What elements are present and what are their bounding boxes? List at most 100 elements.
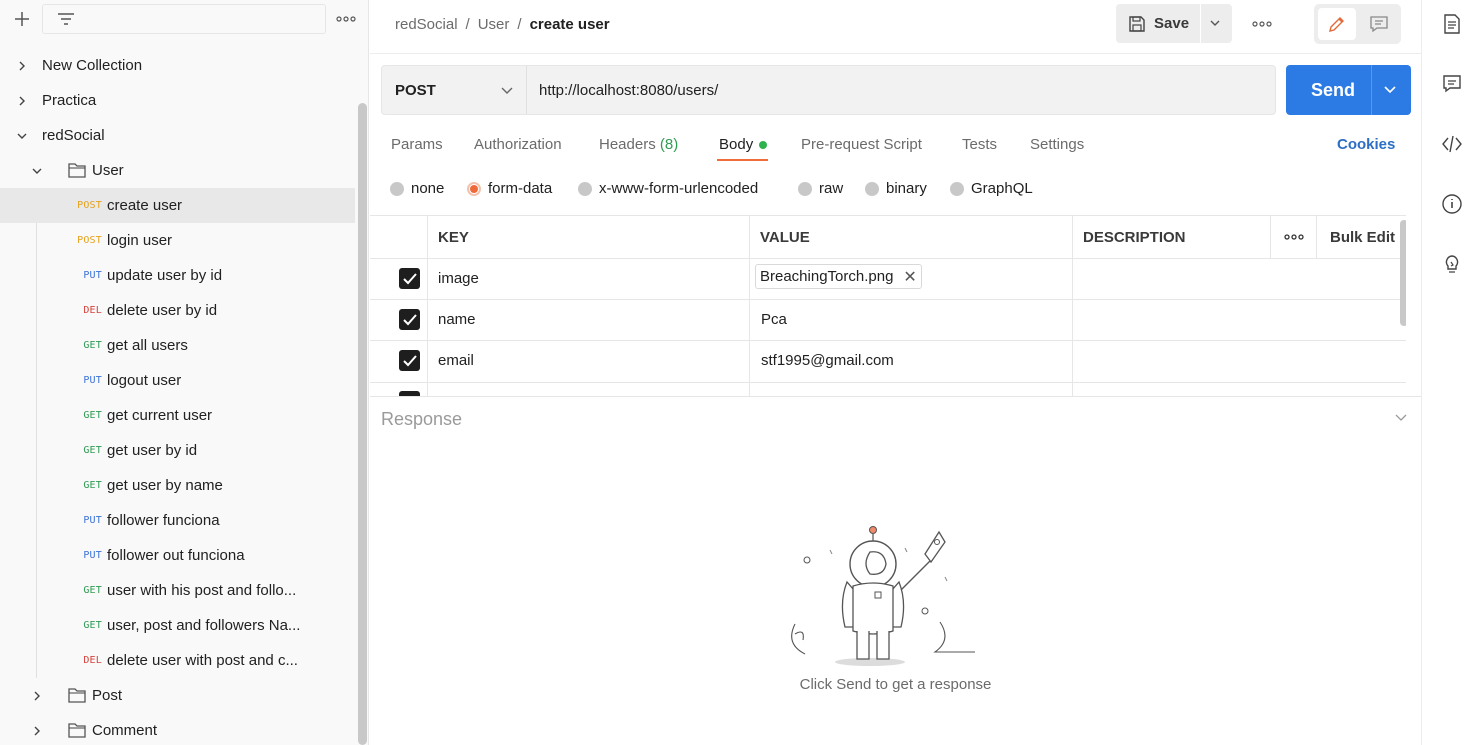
tab-tests[interactable]: Tests <box>962 136 997 153</box>
tab-settings[interactable]: Settings <box>1030 136 1084 153</box>
folder-label: User <box>92 162 124 179</box>
method-badge: PUT <box>83 515 102 526</box>
row-key[interactable]: name <box>438 311 476 328</box>
request-item[interactable]: POST create user <box>0 188 355 223</box>
comments-icon[interactable] <box>1441 73 1463 95</box>
edit-pencil-icon[interactable] <box>1318 8 1356 40</box>
request-label: delete user with post and c... <box>107 652 298 669</box>
method-select[interactable]: POST <box>382 66 527 114</box>
request-item[interactable]: GET get user by name <box>0 468 355 503</box>
row-divider <box>370 258 1406 259</box>
radio-button[interactable] <box>578 181 592 196</box>
bulk-edit-button[interactable]: Bulk Edit <box>1330 216 1395 258</box>
save-divider <box>1200 4 1201 43</box>
breadcrumb-collection[interactable]: redSocial <box>395 16 458 33</box>
collection-item[interactable]: redSocial <box>0 118 355 153</box>
request-item[interactable]: GET get current user <box>0 398 355 433</box>
body-type-label: form-data <box>488 180 553 197</box>
folder-item[interactable]: Post <box>0 678 355 713</box>
row-checkbox[interactable] <box>399 350 420 371</box>
comment-icon[interactable] <box>1362 8 1396 40</box>
tab-body[interactable]: Body <box>719 136 768 153</box>
body-type-label: none <box>411 180 445 197</box>
body-type-option[interactable]: binary <box>865 180 927 197</box>
request-header: redSocial / User / create user Save <box>370 0 1421 54</box>
more-icon[interactable] <box>1252 14 1272 38</box>
request-item[interactable]: PUT update user by id <box>0 258 355 293</box>
chevron-down-icon[interactable] <box>1394 411 1408 425</box>
cookies-link[interactable]: Cookies <box>1337 136 1395 153</box>
tab-prerequest[interactable]: Pre-request Script <box>801 136 922 153</box>
documentation-icon[interactable] <box>1441 13 1463 35</box>
row-value[interactable]: stf1995@gmail.com <box>761 352 894 369</box>
headers-count: (8) <box>659 136 679 153</box>
row-checkbox[interactable] <box>399 309 420 330</box>
collection-item[interactable]: New Collection <box>0 48 355 83</box>
request-item[interactable]: DEL delete user by id <box>0 293 355 328</box>
chevron-down-icon[interactable] <box>15 129 29 143</box>
more-icon[interactable] <box>1284 216 1304 258</box>
row-key[interactable]: email <box>438 352 474 369</box>
sidebar-scrollbar[interactable] <box>358 103 367 745</box>
request-item[interactable]: PUT follower funciona <box>0 503 355 538</box>
breadcrumb-folder[interactable]: User <box>478 16 510 33</box>
new-icon[interactable] <box>10 7 34 31</box>
request-item[interactable]: GET get all users <box>0 328 355 363</box>
send-button[interactable]: Send <box>1286 65 1411 115</box>
row-value[interactable]: Pca <box>761 311 787 328</box>
request-item[interactable]: POST login user <box>0 223 355 258</box>
body-type-option[interactable]: GraphQL <box>950 180 1033 197</box>
body-type-option[interactable]: raw <box>798 180 843 197</box>
row-key[interactable]: image <box>438 270 479 287</box>
request-label: delete user by id <box>107 302 218 319</box>
filter-input[interactable] <box>42 4 326 34</box>
radio-button[interactable] <box>950 181 964 196</box>
radio-button[interactable] <box>390 181 404 196</box>
breadcrumb-request[interactable]: create user <box>530 16 610 33</box>
table-scrollbar[interactable] <box>1400 220 1406 326</box>
body-type-option[interactable]: none <box>390 180 444 197</box>
save-button[interactable]: Save <box>1116 4 1232 43</box>
more-icon[interactable] <box>334 9 358 29</box>
folder-item[interactable]: Comment <box>0 713 355 745</box>
tab-params[interactable]: Params <box>391 136 443 153</box>
close-icon[interactable]: ✕ <box>903 267 916 287</box>
request-item[interactable]: GET get user by id <box>0 433 355 468</box>
chevron-right-icon[interactable] <box>30 689 44 703</box>
method-badge: DEL <box>83 305 102 316</box>
tab-headers[interactable]: Headers (8) <box>599 136 678 153</box>
body-type-option[interactable]: form-data <box>467 180 552 197</box>
row-divider <box>370 382 1406 383</box>
method-badge: PUT <box>83 375 102 386</box>
chevron-right-icon[interactable] <box>30 724 44 738</box>
lightbulb-icon[interactable] <box>1441 253 1463 275</box>
collection-item[interactable]: Practica <box>0 83 355 118</box>
tab-authorization[interactable]: Authorization <box>474 136 562 153</box>
radio-button[interactable] <box>798 181 812 196</box>
url-input[interactable]: http://localhost:8080/users/ <box>539 82 718 99</box>
folder-label: Post <box>92 687 123 704</box>
request-item[interactable]: PUT logout user <box>0 363 355 398</box>
radio-button[interactable] <box>865 181 879 196</box>
body-type-option[interactable]: x-www-form-urlencoded <box>578 180 758 197</box>
request-label: login user <box>107 232 173 249</box>
info-icon[interactable] <box>1441 193 1463 215</box>
body-type-label: binary <box>886 180 927 197</box>
chevron-down-icon[interactable] <box>1208 16 1222 30</box>
chevron-down-icon[interactable] <box>30 164 44 178</box>
chevron-right-icon[interactable] <box>15 94 29 108</box>
code-icon[interactable] <box>1441 133 1463 155</box>
request-label: logout user <box>107 372 182 389</box>
chevron-down-icon[interactable] <box>1383 83 1397 97</box>
request-item[interactable]: DEL delete user with post and c... <box>0 643 355 678</box>
row-checkbox[interactable] <box>399 268 420 289</box>
body-status-dot <box>759 141 768 150</box>
collection-label: redSocial <box>42 127 105 144</box>
request-item[interactable]: GET user, post and followers Na... <box>0 608 355 643</box>
radio-button[interactable] <box>467 181 481 196</box>
request-item[interactable]: PUT follower out funciona <box>0 538 355 573</box>
request-item[interactable]: GET user with his post and follo... <box>0 573 355 608</box>
folder-item[interactable]: User <box>0 153 355 188</box>
file-chip[interactable]: BreachingTorch.png ✕ <box>755 264 922 289</box>
chevron-right-icon[interactable] <box>15 59 29 73</box>
